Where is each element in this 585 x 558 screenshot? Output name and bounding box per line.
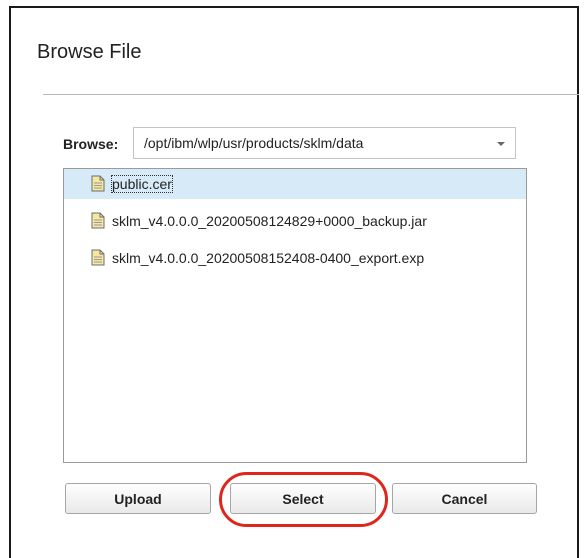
browse-file-dialog: Browse File Browse: /opt/ibm/wlp/usr/pro… [9,6,579,558]
file-item-public-cer[interactable]: public.cer [64,169,526,199]
dialog-title: Browse File [37,41,142,63]
file-item-export-exp[interactable]: sklm_v4.0.0.0_20200508152408-0400_export… [64,243,526,273]
select-button[interactable]: Select [230,483,376,514]
file-name: sklm_v4.0.0.0_20200508124829+0000_backup… [112,213,427,229]
file-name: sklm_v4.0.0.0_20200508152408-0400_export… [112,250,425,266]
file-list[interactable]: public.cer sklm_v4.0.0.0_20200508124829+… [63,168,527,463]
browse-label: Browse: [63,136,119,152]
document-icon [91,249,105,266]
document-icon [91,212,105,229]
cancel-button[interactable]: Cancel [392,483,537,514]
file-name: public.cer [111,175,173,193]
title-divider [43,94,579,95]
document-icon [91,175,105,192]
upload-button[interactable]: Upload [65,483,211,514]
chevron-down-icon[interactable] [497,142,505,146]
browse-path-select[interactable]: /opt/ibm/wlp/usr/products/sklm/data [133,127,516,159]
file-item-backup-jar[interactable]: sklm_v4.0.0.0_20200508124829+0000_backup… [64,206,526,236]
browse-path-value: /opt/ibm/wlp/usr/products/sklm/data [144,135,364,151]
